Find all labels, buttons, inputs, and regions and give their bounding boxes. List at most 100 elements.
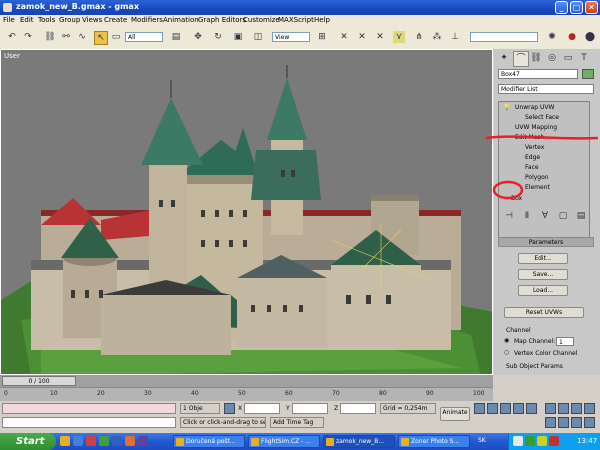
stack-bulb-icon[interactable]: 💡 [503,104,510,111]
animate-button[interactable]: Animate [440,407,470,421]
quicklaunch-icon-6[interactable] [125,436,135,446]
menu-graph-editors[interactable]: Graph Editors [198,16,246,24]
track-bar[interactable]: 0 10 20 30 40 50 60 70 80 90 100 [0,387,493,402]
map-channel-radio[interactable]: ◉ [504,337,509,344]
menu-modifiers[interactable]: Modifiers [131,16,163,24]
tray-icon-1[interactable] [513,436,523,446]
map-channel-spinner[interactable]: 1 [556,337,574,346]
material-editor-icon[interactable]: ✺ [546,31,558,43]
object-name-field[interactable]: Box47 [498,69,578,79]
menu-create[interactable]: Create [104,16,127,24]
axis-xy-icon[interactable]: ⋎ [393,31,405,43]
mirror-icon[interactable]: ⋔ [413,31,425,43]
menu-customize[interactable]: Customize [243,16,280,24]
align-icon[interactable]: ⊥ [449,31,461,43]
tray-icon-4[interactable] [549,436,559,446]
axis-x-icon[interactable]: ✕ [338,31,350,43]
next-frame-icon[interactable] [513,403,524,414]
reset-uvws-button[interactable]: Reset UVWs [504,307,584,318]
menu-help[interactable]: Help [314,16,330,24]
prev-frame-icon[interactable] [487,403,498,414]
pin-stack-icon[interactable]: ⊣ [502,209,516,223]
lock-selection-icon[interactable] [224,403,235,414]
modify-tab-icon[interactable]: ⌒ [513,51,529,67]
start-button[interactable]: Start [0,433,56,450]
axis-y-icon[interactable]: ✕ [356,31,368,43]
task-flightsim[interactable]: FlightSim.CZ - ... [248,435,320,448]
maxscript-listener-field[interactable] [2,403,176,414]
quicklaunch-icon-4[interactable] [99,436,109,446]
utilities-tab-icon[interactable]: T [577,51,591,65]
z-coord-field[interactable] [340,403,376,414]
field-of-view-icon[interactable] [545,417,556,428]
quicklaunch-icon-5[interactable] [112,436,122,446]
named-selection-dropdown[interactable] [470,32,538,42]
quicklaunch-icon-1[interactable] [60,436,70,446]
edit-button[interactable]: Edit... [518,253,568,264]
redo-icon[interactable]: ↷ [22,31,34,43]
display-tab-icon[interactable]: ▭ [561,51,575,65]
array-icon[interactable]: ⁂ [431,31,443,43]
pivot-icon[interactable]: ⊞ [316,31,328,43]
pan-icon[interactable] [558,417,569,428]
goto-end-icon[interactable] [526,403,537,414]
parameters-rollout-header[interactable]: Parameters [498,237,594,247]
select-arrow-icon[interactable]: ↖ [94,31,108,45]
menu-edit[interactable]: Edit [20,16,34,24]
play-icon[interactable] [500,403,511,414]
quicklaunch-icon-7[interactable] [138,436,148,446]
object-color-swatch[interactable] [582,69,594,79]
language-indicator[interactable]: SK [478,437,486,444]
create-tab-icon[interactable]: ✦ [497,51,511,65]
unlink-icon[interactable]: ⚯ [60,31,72,43]
quicklaunch-icon-2[interactable] [73,436,83,446]
menu-animation[interactable]: Animation [163,16,199,24]
make-unique-icon[interactable]: ∀ [538,209,552,223]
tray-icon-3[interactable] [537,436,547,446]
add-time-tag-button[interactable]: Add Time Tag [270,417,324,428]
menu-views[interactable]: Views [82,16,102,24]
time-slider-bar[interactable]: 0 / 100 [0,375,493,387]
stack-item-unwrap-uvw[interactable]: Unwrap UVW [515,104,554,111]
select-by-name-icon[interactable]: ▤ [170,31,182,43]
maxscript-input-field[interactable] [2,417,176,428]
selection-filter-dropdown[interactable]: All [125,32,163,42]
scale-icon[interactable]: ▣ [232,31,244,43]
time-slider[interactable]: 0 / 100 [2,376,76,386]
minimize-button[interactable]: _ [555,1,568,14]
motion-tab-icon[interactable]: ◎ [545,51,559,65]
scale-nonuniform-icon[interactable]: ◫ [252,31,264,43]
zoom-icon[interactable] [545,403,556,414]
x-coord-field[interactable] [244,403,280,414]
undo-icon[interactable]: ↶ [6,31,18,43]
arc-rotate-icon[interactable] [571,417,582,428]
menu-file[interactable]: File [3,16,15,24]
axis-z-icon[interactable]: ✕ [374,31,386,43]
viewport-user[interactable]: User [0,49,493,375]
render-teapot-icon[interactable]: ● [566,31,578,43]
zoom-extents-icon[interactable] [571,403,582,414]
zoom-extents-all-icon[interactable] [584,403,595,414]
quick-render-icon[interactable]: ⬤ [584,31,596,43]
show-end-result-icon[interactable]: Ⅱ [520,209,534,223]
task-mail[interactable]: Doručená pošt... [173,435,245,448]
menu-tools[interactable]: Tools [38,16,55,24]
modifier-list-dropdown[interactable]: Modifier List [498,84,594,94]
task-gmax[interactable]: zamok_new_B... [323,435,395,448]
hierarchy-tab-icon[interactable]: ⛓ [529,51,543,65]
goto-start-icon[interactable] [474,403,485,414]
menu-maxscript[interactable]: MAXScript [278,16,314,24]
configure-sets-icon[interactable]: ▤ [574,209,588,223]
move-icon[interactable]: ✥ [192,31,204,43]
close-button[interactable]: ✕ [585,1,598,14]
load-button[interactable]: Load... [518,285,568,296]
task-zoner[interactable]: Zoner Photo S... [398,435,470,448]
quicklaunch-icon-3[interactable] [86,436,96,446]
menu-group[interactable]: Group [59,16,80,24]
tray-icon-2[interactable] [525,436,535,446]
maximize-button[interactable]: □ [570,1,583,14]
link-icon[interactable]: ⛓ [44,31,56,43]
vertex-color-radio[interactable]: ○ [504,349,509,356]
zoom-all-icon[interactable] [558,403,569,414]
coord-system-dropdown[interactable]: View [272,32,310,42]
